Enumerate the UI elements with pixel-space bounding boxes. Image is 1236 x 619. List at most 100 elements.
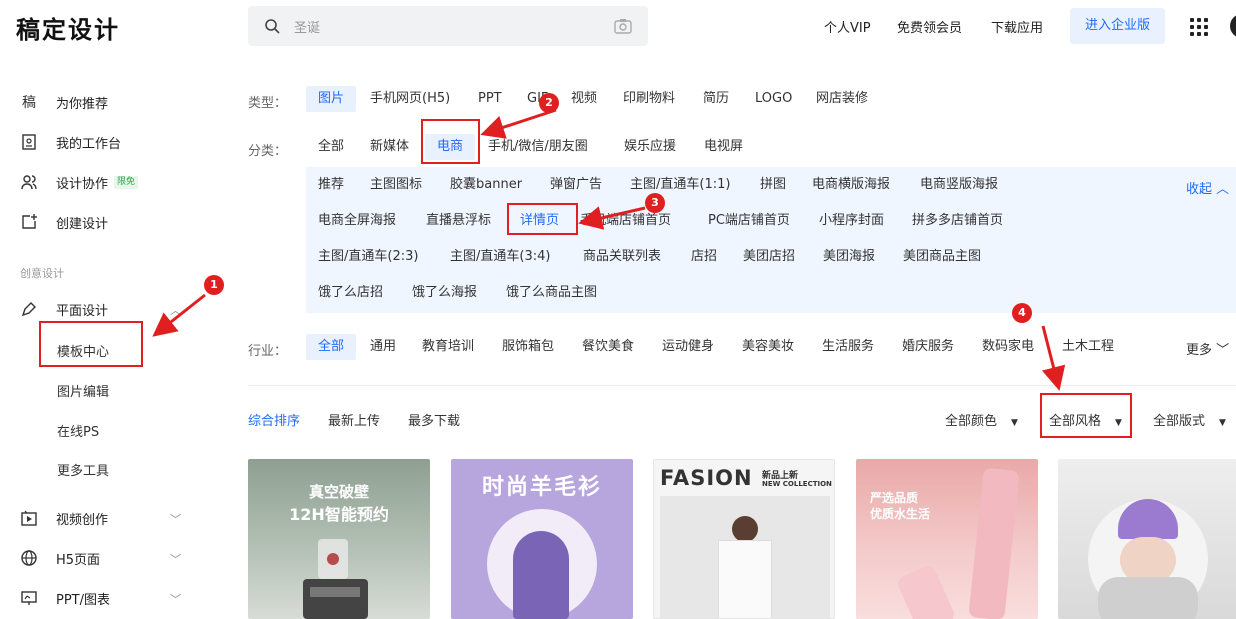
industry-chip[interactable]: 教育培训: [410, 334, 486, 360]
sub-chip[interactable]: 电商横版海报: [805, 172, 897, 198]
category-chip-newmedia[interactable]: 新媒体: [358, 134, 421, 160]
sidebar-item-graphic[interactable]: 平面设计: [20, 297, 108, 321]
sidebar-sub-online-ps[interactable]: 在线PS: [57, 421, 99, 440]
type-chip-logo[interactable]: LOGO: [743, 86, 804, 112]
sidebar-item-h5[interactable]: H5页面: [20, 546, 100, 570]
sub-chip[interactable]: 拼多多店铺首页: [905, 208, 1010, 234]
sub-chip[interactable]: 店招: [684, 244, 724, 270]
sub-chip[interactable]: 主图/直通车(1:1): [623, 172, 737, 198]
chevron-up-icon[interactable]: ︿: [170, 302, 181, 318]
sort-default[interactable]: 综合排序: [248, 410, 300, 429]
industry-chip[interactable]: 婚庆服务: [890, 334, 966, 360]
chevron-down-icon[interactable]: ﹀: [170, 551, 181, 567]
chevron-down-icon: ﹀: [1216, 343, 1230, 358]
sub-chip[interactable]: 美团海报: [816, 244, 882, 270]
card-title: 严选品质: [870, 491, 919, 505]
industry-chip[interactable]: 运动健身: [650, 334, 726, 360]
template-card[interactable]: 时尚羊毛衫: [451, 459, 633, 619]
chevron-down-icon[interactable]: ﹀: [170, 591, 181, 607]
sidebar-item-create[interactable]: 创建设计: [20, 210, 108, 234]
enterprise-button[interactable]: 进入企业版: [1070, 8, 1165, 44]
type-chip-video[interactable]: 视频: [559, 86, 609, 112]
sub-chip[interactable]: 小程序封面: [812, 208, 891, 234]
dropdown-label: 全部颜色: [945, 414, 998, 429]
category-chip-tv[interactable]: 电视屏: [692, 134, 755, 160]
industry-chip[interactable]: 数码家电: [970, 334, 1046, 360]
model-figure: [513, 531, 569, 619]
gao-icon: 稿: [22, 95, 36, 111]
sub-chip[interactable]: 电商竖版海报: [913, 172, 1005, 198]
avatar[interactable]: [1230, 14, 1236, 38]
collapse-button[interactable]: 收起 ︿: [1186, 178, 1229, 197]
template-card[interactable]: [1058, 459, 1236, 619]
type-chip-resume[interactable]: 简历: [691, 86, 741, 112]
industry-chip[interactable]: 生活服务: [810, 334, 886, 360]
more-industries-button[interactable]: 更多 ﹀: [1186, 339, 1229, 358]
sub-chip[interactable]: 美团商品主图: [896, 244, 988, 270]
sub-chip[interactable]: 商品关联列表: [576, 244, 668, 270]
pen-icon: [20, 300, 38, 318]
camera-icon[interactable]: [614, 18, 632, 34]
sidebar-item-workspace[interactable]: 我的工作台: [20, 130, 121, 154]
chevron-down-icon[interactable]: ﹀: [170, 511, 181, 527]
sub-chip[interactable]: 拼图: [753, 172, 793, 198]
sub-chip[interactable]: 美团店招: [736, 244, 802, 270]
template-card[interactable]: 真空破壁 12H智能预约: [248, 459, 430, 619]
sidebar-sub-more-tools[interactable]: 更多工具: [57, 460, 109, 479]
sub-chip[interactable]: 饿了么海报: [405, 280, 484, 306]
more-label: 更多: [1186, 343, 1213, 358]
sort-most-downloads[interactable]: 最多下载: [408, 410, 460, 429]
sidebar-item-recommend[interactable]: 稿 为你推荐: [20, 90, 108, 114]
sub-chip[interactable]: 弹窗广告: [543, 172, 609, 198]
type-chip-image[interactable]: 图片: [306, 86, 357, 112]
sub-chip[interactable]: 主图/直通车(3:4): [443, 244, 557, 270]
sub-chip[interactable]: 手机端店铺首页: [573, 208, 678, 234]
card-subtitle: 优质水生活: [870, 507, 931, 521]
category-chip-entertainment[interactable]: 娱乐应援: [612, 134, 688, 160]
sort-newest[interactable]: 最新上传: [328, 410, 380, 429]
sub-chip[interactable]: 主图图标: [363, 172, 429, 198]
color-dropdown[interactable]: 全部颜色 ▼: [945, 410, 1018, 429]
category-chip-mobile[interactable]: 手机/微信/朋友圈: [476, 134, 600, 160]
industry-chip[interactable]: 餐饮美食: [570, 334, 646, 360]
create-icon: [20, 213, 38, 231]
nav-download-app[interactable]: 下载应用: [991, 17, 1043, 36]
app-logo[interactable]: 稿定设计: [16, 10, 120, 45]
sidebar-item-label: H5页面: [56, 552, 101, 568]
nav-free-member[interactable]: 免费领会员: [897, 17, 962, 36]
search-bar[interactable]: 圣诞: [248, 6, 648, 46]
sub-chip[interactable]: 直播悬浮标: [419, 208, 498, 234]
template-card[interactable]: FASION 新品上新 NEW COLLECTION: [653, 459, 835, 619]
sidebar-item-label: 平面设计: [56, 303, 109, 319]
sub-chip[interactable]: PC端店铺首页: [701, 208, 797, 234]
collapse-label: 收起: [1186, 182, 1213, 197]
sidebar-item-label: 为你推荐: [56, 96, 109, 112]
sidebar-item-video[interactable]: 视频创作: [20, 506, 108, 530]
industry-chip[interactable]: 美容美妆: [730, 334, 806, 360]
sidebar-sub-image-edit[interactable]: 图片编辑: [57, 381, 109, 400]
sub-chip[interactable]: 主图/直通车(2:3): [311, 244, 425, 270]
sub-chip[interactable]: 电商全屏海报: [311, 208, 403, 234]
layout-dropdown[interactable]: 全部版式 ▼: [1153, 410, 1226, 429]
industry-chip[interactable]: 服饰箱包: [490, 334, 566, 360]
sub-chip[interactable]: 饿了么商品主图: [499, 280, 604, 306]
type-chip-shop[interactable]: 网店装修: [804, 86, 880, 112]
sub-chip[interactable]: 胶囊banner: [443, 172, 529, 198]
free-badge: 限免: [114, 175, 139, 189]
sub-chip[interactable]: 饿了么店招: [311, 280, 390, 306]
industry-chip[interactable]: 土木工程: [1050, 334, 1126, 360]
sidebar-item-ppt[interactable]: PPT/图表: [20, 586, 110, 610]
type-chip-ppt[interactable]: PPT: [466, 86, 514, 112]
dropdown-label: 全部版式: [1153, 414, 1206, 429]
template-card[interactable]: 严选品质 优质水生活: [856, 459, 1038, 619]
industry-chip-all[interactable]: 全部: [306, 334, 357, 360]
sidebar-item-collab[interactable]: 设计协作 限免: [20, 170, 139, 194]
apps-grid-icon[interactable]: [1190, 18, 1208, 36]
type-chip-print[interactable]: 印刷物料: [611, 86, 687, 112]
type-chip-h5[interactable]: 手机网页(H5): [358, 86, 462, 112]
sub-chip[interactable]: 推荐: [311, 172, 351, 198]
category-chip-all[interactable]: 全部: [306, 134, 356, 160]
nav-personal-vip[interactable]: 个人VIP: [824, 17, 871, 36]
search-input[interactable]: 圣诞: [294, 17, 320, 36]
industry-chip[interactable]: 通用: [358, 334, 408, 360]
